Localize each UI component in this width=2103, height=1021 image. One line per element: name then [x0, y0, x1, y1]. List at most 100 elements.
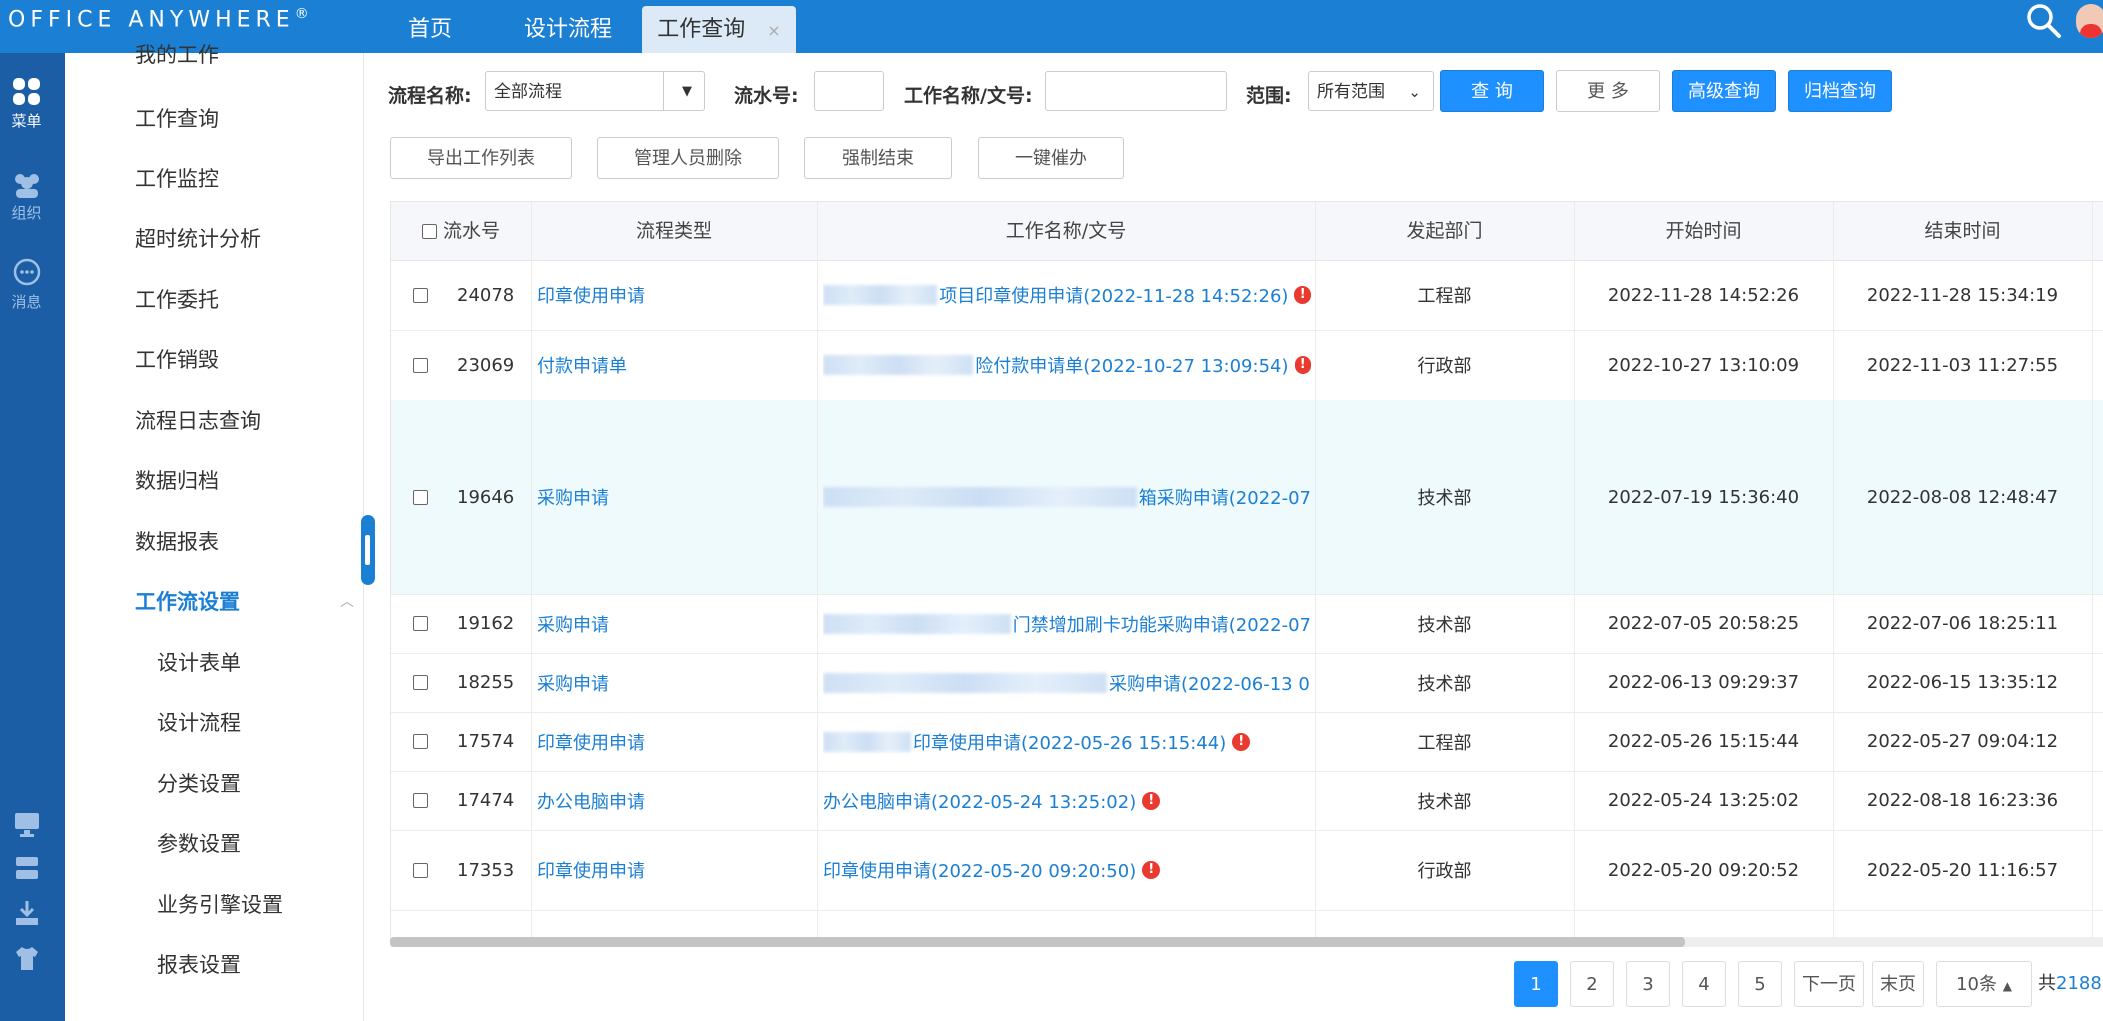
work-name-link[interactable]: 项目印章使用申请(2022-11-28 14:52:26)	[939, 282, 1288, 308]
work-name-input[interactable]	[1045, 71, 1227, 111]
chevron-up-icon[interactable]: ︿	[340, 591, 354, 611]
menu-item-category[interactable]: 分类设置	[157, 768, 241, 798]
export-list-button[interactable]: 导出工作列表	[390, 137, 572, 179]
work-name-link[interactable]: 箱采购申请(2022-07	[1139, 484, 1311, 510]
last-page-button[interactable]: 末页	[1872, 961, 1924, 1007]
row-checkbox[interactable]	[413, 734, 428, 749]
menu-item-report-settings[interactable]: 报表设置	[157, 949, 241, 979]
col-type[interactable]: 流程类型	[531, 202, 817, 260]
scope-select[interactable]: 所有范围 ⌄	[1308, 71, 1434, 111]
menu-item-data-report[interactable]: 数据报表	[135, 526, 219, 556]
row-checkbox[interactable]	[413, 357, 428, 373]
tab-design-flow[interactable]: 设计流程	[508, 6, 628, 53]
tab-close-icon[interactable]: ×	[767, 21, 780, 40]
type-cell[interactable]: 印章使用申请	[537, 260, 807, 330]
menu-item-flow-log[interactable]: 流程日志查询	[135, 405, 261, 435]
col-work-name[interactable]: 工作名称/文号	[817, 202, 1315, 260]
serial-input[interactable]	[814, 71, 884, 111]
col-serial[interactable]: 流水号	[391, 202, 531, 260]
work-name-link[interactable]: 办公电脑申请(2022-05-24 13:25:02)	[823, 788, 1136, 814]
search-button[interactable]: 查 询	[1440, 70, 1544, 112]
menu-item-data-archive[interactable]: 数据归档	[135, 465, 219, 495]
work-name-link[interactable]: 印章使用申请(2022-05-26 15:15:44)	[913, 729, 1226, 755]
menu-item-design-form[interactable]: 设计表单	[157, 647, 241, 677]
admin-delete-button[interactable]: 管理人员删除	[597, 137, 779, 179]
rail-item-org[interactable]: 组织	[0, 171, 53, 223]
more-button[interactable]: 更 多	[1556, 70, 1660, 112]
archive-search-button[interactable]: 归档查询	[1788, 70, 1892, 112]
col-dept[interactable]: 发起部门	[1315, 202, 1574, 260]
force-end-button[interactable]: 强制结束	[804, 137, 952, 179]
download-icon[interactable]	[12, 898, 42, 928]
row-checkbox-cell[interactable]	[413, 771, 433, 830]
advanced-search-button[interactable]: 高级查询	[1672, 70, 1776, 112]
work-name-link[interactable]: 印章使用申请(2022-05-20 09:20:50)	[823, 857, 1136, 883]
monitor-icon[interactable]	[12, 809, 42, 839]
menu-item-my-work[interactable]: 我的工作	[135, 39, 219, 69]
menu-item-timeout-stats[interactable]: 超时统计分析	[135, 223, 261, 253]
scrollbar-thumb[interactable]	[390, 937, 1685, 947]
menu-item-work-query[interactable]: 工作查询	[135, 103, 219, 133]
page-4-button[interactable]: 4	[1682, 961, 1726, 1007]
page-3-button[interactable]: 3	[1626, 961, 1670, 1007]
row-checkbox-cell[interactable]	[413, 653, 433, 712]
row-checkbox[interactable]	[413, 793, 428, 808]
menu-item-workflow-settings[interactable]: 工作流设置	[135, 586, 240, 616]
rail-item-message[interactable]: 消息	[0, 258, 53, 312]
work-name-cell[interactable]: 门禁增加刷卡功能采购申请(2022-07	[823, 594, 1311, 653]
sidebar-collapse-handle[interactable]	[361, 515, 375, 585]
type-cell[interactable]: 采购申请	[537, 594, 807, 653]
server-icon[interactable]	[12, 853, 42, 883]
row-checkbox-cell[interactable]	[413, 330, 433, 400]
work-name-cell[interactable]: 印章使用申请(2022-05-20 09:20:50)!	[823, 830, 1311, 910]
work-name-link[interactable]: 采购申请(2022-06-13 0	[1109, 670, 1310, 696]
col-start-time[interactable]: 开始时间	[1574, 202, 1833, 260]
row-checkbox[interactable]	[413, 489, 428, 505]
work-name-cell[interactable]: 采购申请(2022-06-13 0	[823, 653, 1311, 712]
type-cell[interactable]: 付款申请单	[537, 330, 807, 400]
horizontal-scrollbar[interactable]	[390, 937, 2103, 947]
work-name-link[interactable]: 门禁增加刷卡功能采购申请(2022-07	[1013, 611, 1311, 637]
menu-item-destroy[interactable]: 工作销毁	[135, 344, 219, 374]
col-end-time[interactable]: 结束时间	[1833, 202, 2092, 260]
shirt-icon[interactable]	[12, 943, 42, 973]
row-checkbox[interactable]	[413, 862, 428, 878]
work-name-cell[interactable]: 办公电脑申请(2022-05-24 13:25:02)!	[823, 771, 1311, 830]
flow-name-select[interactable]: 全部流程 ▼	[485, 71, 705, 111]
work-name-cell[interactable]: 险付款申请单(2022-10-27 13:09:54)!	[823, 330, 1311, 400]
work-name-cell[interactable]: 项目印章使用申请(2022-11-28 14:52:26)!	[823, 260, 1311, 330]
row-checkbox[interactable]	[413, 616, 428, 631]
page-5-button[interactable]: 5	[1738, 961, 1782, 1007]
search-icon[interactable]	[2025, 2, 2063, 40]
type-cell[interactable]: 采购申请	[537, 400, 807, 594]
work-name-link[interactable]: 险付款申请单(2022-10-27 13:09:54)	[975, 352, 1288, 378]
menu-item-business-engine[interactable]: 业务引擎设置	[157, 889, 283, 919]
page-size-select[interactable]: 10条 ▲	[1936, 961, 2032, 1007]
menu-item-work-monitor[interactable]: 工作监控	[135, 163, 219, 193]
menu-item-design-flow[interactable]: 设计流程	[157, 707, 241, 737]
type-cell[interactable]: 采购申请	[537, 653, 807, 712]
tab-home[interactable]: 首页	[390, 6, 470, 53]
type-cell[interactable]: 印章使用申请	[537, 712, 807, 771]
type-cell[interactable]: 印章使用申请	[537, 830, 807, 910]
next-page-button[interactable]: 下一页	[1794, 961, 1864, 1007]
work-name-cell[interactable]: 箱采购申请(2022-07	[823, 400, 1311, 594]
row-checkbox-cell[interactable]	[413, 260, 433, 330]
rail-item-menu[interactable]: 菜单	[0, 77, 53, 131]
select-all-checkbox[interactable]	[421, 224, 437, 239]
work-name-cell[interactable]: 印章使用申请(2022-05-26 15:15:44)!	[823, 712, 1311, 771]
type-cell[interactable]: 办公电脑申请	[537, 771, 807, 830]
page-2-button[interactable]: 2	[1570, 961, 1614, 1007]
menu-item-params[interactable]: 参数设置	[157, 828, 241, 858]
menu-item-delegate[interactable]: 工作委托	[135, 284, 219, 314]
row-checkbox-cell[interactable]	[413, 830, 433, 910]
row-checkbox-cell[interactable]	[413, 594, 433, 653]
row-checkbox-cell[interactable]	[413, 712, 433, 771]
tab-work-query[interactable]: 工作查询 ×	[642, 6, 796, 53]
row-checkbox-cell[interactable]	[413, 400, 433, 594]
urge-all-button[interactable]: 一键催办	[978, 137, 1124, 179]
user-avatar[interactable]	[2076, 4, 2103, 38]
row-checkbox[interactable]	[413, 287, 428, 303]
page-1-button[interactable]: 1	[1514, 961, 1558, 1007]
row-checkbox[interactable]	[413, 675, 428, 690]
